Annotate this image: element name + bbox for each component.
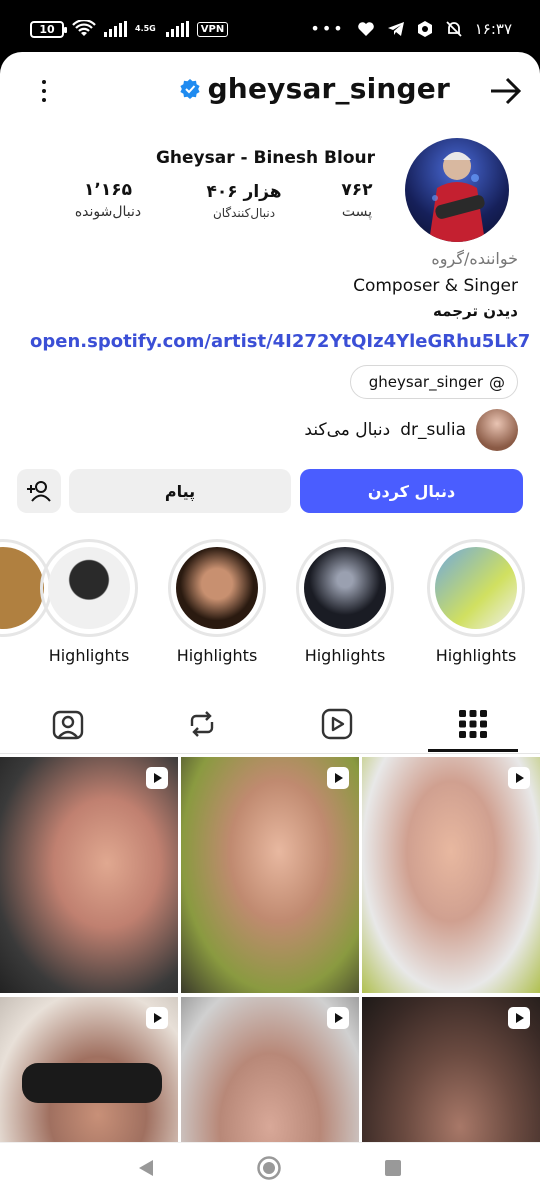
highlight-item[interactable]: Highlights	[294, 539, 396, 665]
kebab-icon[interactable]	[36, 80, 52, 104]
status-bar: 10 4.5G VPN ••• ۱۶:۳۷	[0, 0, 540, 56]
follow-button[interactable]: دنبال کردن	[300, 469, 523, 513]
heart-icon	[357, 21, 374, 36]
highlight-thumb	[48, 547, 130, 629]
profile-header: gheysar_singer	[0, 52, 540, 130]
highlight-item[interactable]: Highlights	[38, 539, 140, 665]
threads-badge[interactable]: gheysar_singer @	[349, 365, 518, 399]
highlight-thumb	[176, 547, 258, 629]
profile-link-text: open.spotify.com/artist/4I272YtQIz4YleGR…	[30, 331, 531, 352]
highlight-item[interactable]: Highlights	[166, 539, 268, 665]
signal-icon	[104, 21, 127, 37]
posts-count: ۷۶۲	[341, 180, 373, 200]
profile-link[interactable]: open.spotify.com/artist/4I272YtQIz4YleGR…	[30, 331, 530, 352]
ellipsis-icon: •••	[310, 19, 345, 38]
status-right: ••• ۱۶:۳۷	[310, 19, 512, 38]
profile-category: خواننده/گروه	[431, 249, 518, 268]
suggested-users-button[interactable]	[17, 469, 61, 513]
reel-badge-icon	[508, 767, 530, 789]
profile-bio: Composer & Singer	[353, 276, 518, 296]
status-left: 10 4.5G VPN	[30, 20, 229, 38]
profile-tabs	[0, 692, 540, 754]
posts-label: پست	[341, 204, 373, 220]
reel-badge-icon	[146, 767, 168, 789]
grid-post[interactable]	[362, 997, 540, 1142]
vpn-badge: VPN	[196, 21, 229, 37]
network-type: 4.5G	[135, 24, 156, 33]
system-navigation	[0, 1142, 540, 1200]
grid-post[interactable]	[362, 757, 540, 993]
repost-icon	[190, 711, 214, 737]
tab-grid[interactable]	[453, 704, 493, 744]
threads-icon: @	[489, 372, 505, 392]
highlight-label: Highlights	[435, 646, 517, 665]
tab-tagged[interactable]	[48, 704, 88, 744]
highlight-label: Highlights	[176, 646, 258, 665]
threads-handle: gheysar_singer	[368, 373, 483, 391]
posts-stat[interactable]: ۷۶۲ پست	[325, 180, 389, 220]
followed-by[interactable]: دنبال می‌کند dr_sulia	[304, 409, 518, 451]
home-icon[interactable]	[256, 1155, 282, 1181]
selected-tab-indicator	[428, 749, 518, 752]
wifi-icon	[72, 20, 96, 36]
tagged-person-icon	[52, 710, 84, 740]
hexagon-icon	[417, 20, 432, 37]
followed-by-user: dr_sulia	[400, 420, 466, 440]
highlight-thumb	[435, 547, 517, 629]
avatar[interactable]	[405, 138, 509, 242]
reels-icon	[321, 708, 353, 740]
reel-badge-icon	[327, 767, 349, 789]
following-stat[interactable]: ۱٬۱۶۵ دنبال‌شونده	[60, 180, 156, 220]
followed-by-text: دنبال می‌کند	[304, 420, 391, 440]
grid-post[interactable]	[181, 997, 359, 1142]
full-name: Gheysar - Binesh Blour	[155, 148, 375, 168]
reel-badge-icon	[327, 1007, 349, 1029]
sunglasses	[22, 1063, 162, 1103]
page-title: gheysar_singer	[207, 72, 450, 105]
telegram-icon	[387, 21, 404, 36]
grid-post[interactable]	[0, 757, 178, 993]
followers-label: دنبال‌کنندگان	[212, 206, 276, 220]
tab-reels[interactable]	[317, 704, 357, 744]
reel-badge-icon	[508, 1007, 530, 1029]
mute-bell-icon	[446, 20, 462, 37]
add-person-icon	[27, 481, 51, 502]
arrow-right-icon[interactable]	[488, 76, 522, 106]
back-icon[interactable]	[136, 1157, 156, 1179]
highlight-thumb	[304, 547, 386, 629]
grid-icon	[459, 710, 487, 738]
verified-badge-icon	[179, 78, 200, 99]
battery-icon: 10	[30, 20, 67, 38]
signal-icon-2	[165, 21, 189, 37]
following-label: دنبال‌شونده	[74, 204, 142, 220]
grid-post[interactable]	[181, 757, 359, 993]
highlight-label: Highlights	[48, 646, 130, 665]
highlight-item[interactable]: Highlights	[425, 539, 527, 665]
following-count: ۱٬۱۶۵	[84, 180, 132, 200]
followers-count: ۴۰۶ هزار	[206, 182, 282, 202]
follower-avatar	[476, 409, 518, 451]
see-translation-link[interactable]: دیدن ترجمه	[433, 302, 518, 320]
avatar-image	[429, 152, 485, 242]
title-wrap: gheysar_singer	[179, 72, 450, 105]
message-button[interactable]: پیام	[69, 469, 291, 513]
profile-screen: gheysar_singer Gheysar - Binesh Blour ۷۶…	[0, 52, 540, 1142]
highlight-label: Highlights	[304, 646, 386, 665]
followers-stat[interactable]: ۴۰۶ هزار دنبال‌کنندگان	[196, 182, 292, 220]
recents-icon[interactable]	[384, 1159, 402, 1177]
tab-reposts[interactable]	[182, 704, 222, 744]
clock: ۱۶:۳۷	[474, 19, 512, 38]
grid-post[interactable]	[0, 997, 178, 1142]
reel-badge-icon	[146, 1007, 168, 1029]
